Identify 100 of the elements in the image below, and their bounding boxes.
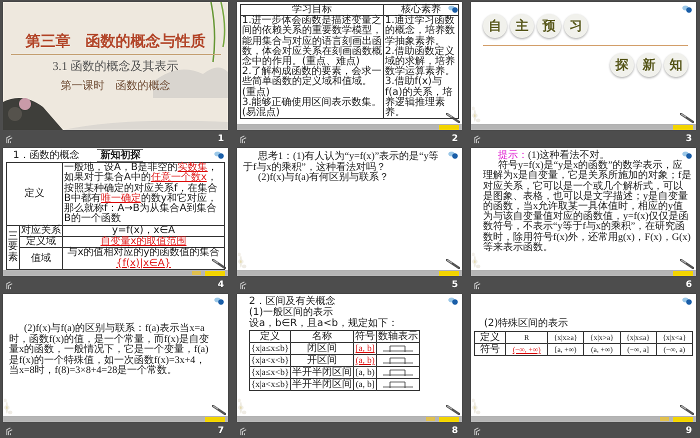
bubble-icon	[682, 151, 692, 159]
slide-number: 5	[452, 280, 458, 290]
slide-number: 7	[218, 426, 224, 436]
slide-thumbnail[interactable]: 2．区间及有关概念 (1)一般区间的表示 设a，b∈R，且a<b，规定如下： 定义 名称 符号 数轴表示 {x|a≤x≤b} 闭区间 [a, b] {x|a<x<b} 开区间 (a, b) {x|a≤x<b} 半开半闭区间 [a, b) {x|a<x≤b} 半开半闭区间 (a, b]	[237, 294, 462, 422]
character-disc: 预	[537, 14, 561, 38]
slide-thumbnail[interactable]: 思考1：(1)有人认为“y=f(x)”表示的是“y等于f与x的乘积”，这种看法对吗？ (2)f(x)与f(a)有何区别与联系？	[237, 148, 462, 276]
pen-icon	[212, 405, 226, 415]
intro-text: 设a，b∈R，且a<b，规定如下：	[249, 318, 399, 329]
nav-button[interactable]	[673, 124, 693, 130]
table-header: 核心素养	[384, 4, 458, 16]
slide-thumbnail[interactable]: (2)f(x)与f(a)的区别与联系：f(a)表示当x=a时，函数f(x)的值，是一个常量，而f(x)是自变量x的函数，一般情况下，它是一个变量，f(a)是f(x)的一个特殊值，如一次函数f(x)=3x+4，当x=8时，f(8)=3×8+4=28是一个常数。	[3, 294, 228, 422]
table-cell: 开区间	[290, 354, 354, 366]
pen-icon	[446, 405, 460, 415]
slide-number: 2	[452, 134, 458, 144]
pen-icon	[212, 259, 226, 269]
table-cell: y=f(x)，x∈A	[62, 225, 224, 237]
bubble-icon	[448, 297, 458, 305]
animation-icon	[5, 280, 14, 290]
table-cell: 半开半闭区间	[290, 366, 354, 378]
table-header: 数轴表示	[376, 330, 420, 342]
pen-icon	[446, 259, 460, 269]
table-header: 符号	[354, 330, 377, 342]
paragraph: (1)这种看法不对。	[528, 150, 610, 161]
character-disc: 自	[483, 14, 507, 38]
character-disc: 习	[564, 14, 588, 38]
slide-thumbnail[interactable]: 自 主 预 习 探 新 知	[471, 2, 696, 130]
table-cell: 自变量x的取值范围	[62, 236, 224, 248]
section-badge: 新知初探	[97, 149, 144, 162]
paragraph: (2)f(x)与f(a)的区别与联系：f(a)表示当x=a时，函数f(x)的值，是一个常量，而f(x)是自变量x的函数，一般情况下，它是一个变量，f(a)是f(x)的一个特殊值，如一次函数f(x)=3x+4，当x=8时，f(8)=3×8+4=28是一个常数。	[9, 324, 210, 376]
nav-button[interactable]	[205, 416, 225, 422]
character-disc: 知	[664, 53, 688, 77]
animation-icon	[239, 280, 248, 290]
character-disc: 主	[510, 14, 534, 38]
nav-button[interactable]	[660, 417, 669, 421]
nav-button[interactable]	[439, 124, 459, 130]
table-cell: {x|a≤x<b}	[250, 366, 291, 378]
number-line-icon	[381, 344, 416, 354]
animation-icon	[5, 134, 14, 144]
heading: 2．区间及有关概念	[249, 296, 336, 307]
bubble-icon	[448, 5, 458, 13]
animation-icon	[473, 280, 482, 290]
chapter-title: 第三章 函数的概念与性质	[26, 32, 206, 51]
pen-icon	[680, 405, 694, 415]
character-disc: 新	[637, 53, 661, 77]
table-cell: 定义	[474, 332, 506, 344]
section-title: 3.1 函数的概念及其表示	[52, 58, 178, 75]
slide-number: 6	[686, 280, 692, 290]
slide-number: 1	[218, 134, 224, 144]
table-cell: [a, b]	[354, 342, 377, 354]
slide-number: 3	[686, 134, 692, 144]
slide-thumbnail[interactable]	[471, 148, 696, 276]
table-cell: 定义域	[20, 236, 62, 248]
subheading: (1)一般区间的表示	[249, 307, 334, 318]
nav-button[interactable]	[673, 270, 693, 276]
heading: (2)特殊区间的表示	[483, 318, 570, 329]
table-cell: 符号	[474, 344, 506, 356]
table-header: 定义	[250, 330, 291, 342]
table-cell: 闭区间	[290, 342, 354, 354]
table-cell: 定义	[6, 162, 62, 226]
paragraph: 符号y=f(x)是“y是x的函数”的数学表示，应理解为x是自变量，它是关系所施加的对象；f是对应关系，它可以是一个或几个解析式，可以是图象、表格，也可以是文字描述；y是自变量的函数，当x允许取某一具体值时，相应的y值为与该自变量值对应的函数值，y=f(x)仅仅是函数符号，不表示“y等于f与x的乘积”，在研究函数时，除用符号f(x)外，还常用g(x)，F(x)，G(x)等来表示函数。	[483, 161, 692, 253]
table-header: 名称	[290, 330, 354, 342]
number-line-icon	[381, 380, 416, 390]
table-cell: 1.进一步体会函数是描述变量之间的依赖关系的重要数学模型，能用集合与对应的语言刻画出函数，体会对应关系在刻画函数概念中的作用。(重点、难点) 2.了解构成函数的要素，会求一些简单函数的定义域和值域。(重点) 3.能够正确使用区间表示数集。(易混点)	[240, 16, 384, 119]
table-cell: {x|a<x≤b}	[250, 378, 291, 390]
nav-button[interactable]	[205, 270, 225, 276]
pen-icon	[446, 113, 460, 123]
bubble-icon	[448, 151, 458, 159]
table-cell: {x|a<x<b}	[250, 354, 291, 366]
nav-button[interactable]	[439, 270, 459, 276]
table-cell: {x|a≤x≤b}	[250, 342, 291, 354]
animation-icon	[5, 426, 14, 436]
table-cell: (a, b]	[354, 378, 377, 390]
table-cell: (a, b)	[354, 354, 377, 366]
pen-icon	[680, 113, 694, 123]
bubble-icon	[682, 5, 692, 13]
paragraph: (2)f(x)与f(a)有何区别与联系？	[257, 173, 390, 184]
slide-number: 9	[686, 426, 692, 436]
nav-button[interactable]	[192, 271, 201, 275]
heading: 1．函数的概念	[13, 150, 80, 161]
character-disc: 探	[610, 53, 634, 77]
nav-button[interactable]	[439, 416, 459, 422]
paragraph: 思考1：(1)有人认为“y=f(x)”表示的是“y等于f与x的乘积”，这种看法对吗？	[243, 152, 440, 172]
slide-number: 4	[218, 280, 224, 290]
table-cell: 三要素	[6, 225, 20, 270]
slide-thumbnail[interactable]: 第三章 函数的概念与性质 3.1 函数的概念及其表示 第一课时 函数的概念	[3, 2, 228, 130]
animation-icon	[239, 134, 248, 144]
table-cell: [a, b)	[354, 366, 377, 378]
slide-number: 8	[452, 426, 458, 436]
animation-icon	[239, 426, 248, 436]
bubble-icon	[682, 297, 692, 305]
table-cell: 1.通过学习函数的概念，培养数学抽象素养。 2.借助函数定义域的求解，培养数学运算素养。 3.借助f(x)与f(a)的关系，培养逻辑推理素养。	[384, 16, 458, 119]
nav-button[interactable]	[673, 416, 693, 422]
animation-icon	[473, 426, 482, 436]
bubble-icon	[214, 151, 224, 159]
slide-thumbnail[interactable]	[237, 2, 462, 130]
nav-button[interactable]	[426, 417, 435, 421]
number-line-icon	[381, 368, 416, 378]
pen-icon	[680, 259, 694, 269]
table-cell: 对应关系	[20, 225, 62, 237]
lesson-title: 第一课时 函数的概念	[60, 78, 170, 93]
